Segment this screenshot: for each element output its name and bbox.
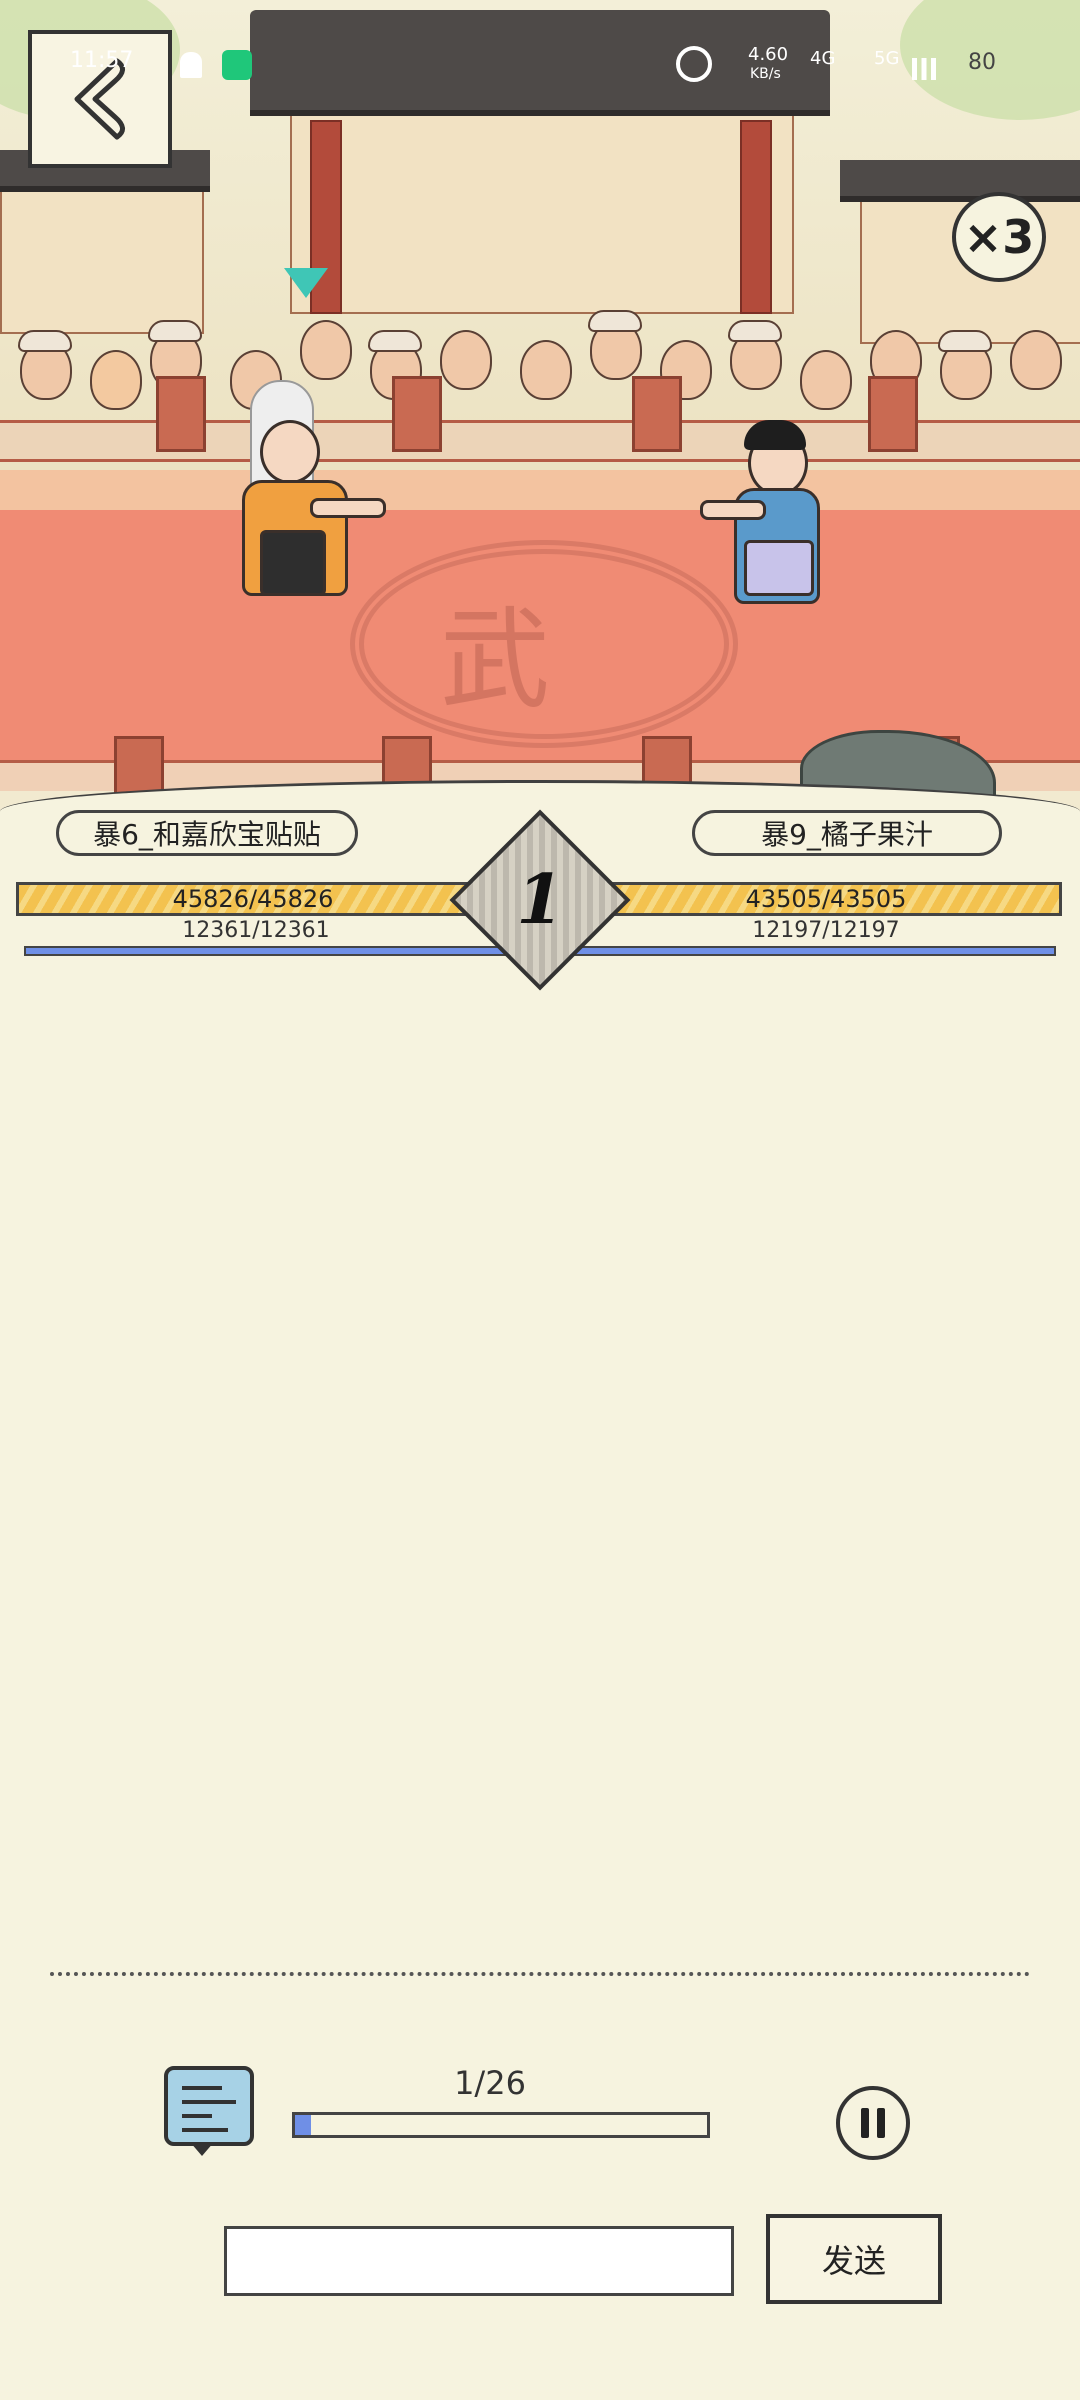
signal-bars-icon [912,58,936,80]
railing-post [632,376,682,452]
pavilion-roof [840,160,1080,202]
main-hall [290,110,794,314]
signal-5g-label: 5G [874,48,900,69]
notification-bell-icon [180,52,202,78]
network-speed-unit: KB/s [750,66,781,82]
fighter-right [700,420,840,630]
app-badge-icon [222,50,252,80]
main-hall-roof [250,10,830,116]
status-time: 11:57 [70,48,134,73]
player-right-mp-bar [556,946,1056,956]
speed-multiplier-button[interactable]: ×3 [952,192,1046,282]
player-right-name: 暴9_橘子果汁 [692,810,1002,856]
message-input[interactable] [224,2226,734,2296]
divider [50,1972,1030,1976]
railing-post [392,376,442,452]
battle-progress-fill [295,2115,312,2135]
battery-level: 80 [968,50,996,75]
pause-button[interactable] [836,2086,910,2160]
battle-progress-bar [292,2112,710,2138]
player-left-name: 暴6_和嘉欣宝贴贴 [56,810,358,856]
player-right-hp-value: 43505/43505 [745,885,907,913]
chat-bubble-tail-icon [190,2142,214,2156]
fighter-left [220,380,386,630]
arena-floor-edge [0,470,1080,510]
active-turn-marker-icon [284,268,328,298]
player-left-hp-value: 45826/45826 [172,885,334,913]
signal-4g-label: 4G [810,48,836,69]
player-left-hp-bar: 45826/45826 [16,882,490,916]
network-speed: 4.60 [748,44,789,65]
pause-icon [861,2108,869,2138]
hall-pillar [740,120,772,314]
send-button[interactable]: 发送 [766,2214,942,2304]
player-right-mp-value: 12197/12197 [752,918,900,943]
player-left-mp-value: 12361/12361 [182,918,330,943]
player-left-mp-bar [24,946,524,956]
chat-log-button[interactable] [164,2066,254,2146]
railing-post [868,376,918,452]
pause-icon [877,2108,885,2138]
battle-progress-text: 1/26 [454,2064,526,2102]
arena-emblem: 武 [440,596,550,724]
player-right-hp-bar: 43505/43505 [590,882,1062,916]
round-number: 1 [516,860,564,940]
railing-post [156,376,206,452]
alarm-clock-icon [676,46,712,82]
